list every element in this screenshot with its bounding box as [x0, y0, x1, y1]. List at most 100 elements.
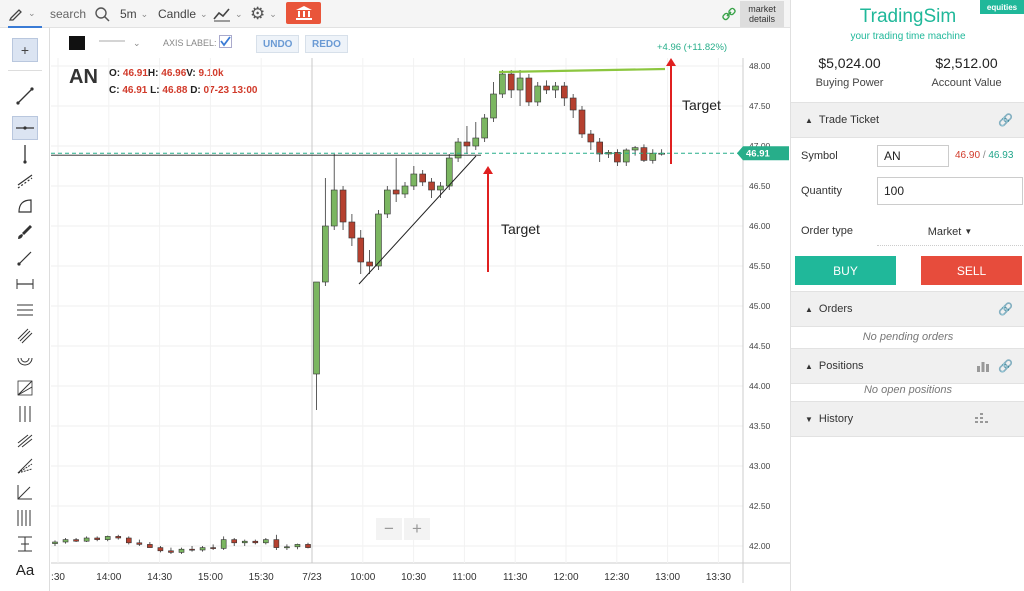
buying-power-label: Buying Power [815, 77, 884, 89]
candle-body [392, 189, 400, 195]
indicators-icon [213, 8, 230, 22]
interval-value: 5m [120, 7, 137, 21]
candle-body [157, 547, 164, 552]
cycle-lines-tool[interactable] [12, 506, 38, 530]
quantity-label: Quantity [801, 185, 842, 197]
trade-ticket-header[interactable]: ▲ Trade Ticket 🔗 [791, 102, 1024, 138]
draw-pencil-button[interactable]: ⌄ [8, 0, 42, 28]
interval-select[interactable]: 5m ⌄ [120, 0, 148, 28]
chart-style-select[interactable]: Candle ⌄ [158, 0, 208, 28]
chevron-down-icon: ⌄ [28, 7, 36, 18]
channel-tool[interactable] [12, 168, 38, 192]
candle-body [499, 73, 506, 95]
chart-symbol: AN [69, 66, 98, 88]
undo-button[interactable]: UNDO [256, 35, 300, 53]
candle-body [263, 539, 269, 544]
link-icon[interactable]: 🔗 [998, 359, 1013, 373]
buy-button[interactable]: BUY [795, 256, 896, 285]
brush-tool[interactable] [12, 220, 38, 244]
history-title: History [818, 413, 854, 425]
indicators-button[interactable]: ⌄ [213, 0, 243, 28]
link-icon[interactable]: 🔗 [998, 113, 1013, 127]
bank-icon [295, 6, 312, 20]
close-label: C: [109, 85, 120, 96]
checkmark-icon [219, 35, 232, 48]
time-zones-icon [19, 406, 31, 422]
positions-header[interactable]: ▲ Positions 🔗 [791, 348, 1024, 384]
parallel-lines-tool[interactable] [12, 298, 38, 322]
candle-body [454, 141, 462, 159]
trend-line-tool[interactable] [12, 84, 38, 108]
candle-body [73, 539, 79, 542]
chart-options-bar: ⌄ AXIS LABEL: UNDO REDO [51, 28, 790, 58]
fib-channel-tool[interactable] [12, 324, 38, 348]
bank-button[interactable] [286, 2, 321, 24]
line-style-icon [99, 40, 125, 42]
y-tick-label: 46.50 [749, 181, 771, 191]
candle-body [104, 536, 111, 540]
zoom-in-button[interactable]: + [404, 518, 430, 540]
candle-body [115, 536, 122, 539]
speed-lines-tool[interactable] [12, 454, 38, 478]
settings-button[interactable]: ⚙ ⌄ [250, 0, 277, 28]
chevron-down-icon: ⌄ [235, 8, 243, 19]
channel-icon [17, 174, 33, 189]
high-value: 46.96 [161, 68, 187, 79]
fib-channel-icon [17, 328, 33, 344]
order-type-select[interactable]: Market ▼ [877, 218, 1023, 246]
market-details-line1: market [748, 4, 776, 14]
text-tool[interactable]: Aa [12, 558, 38, 582]
x-tick-label: 15:30 [249, 572, 274, 583]
fib-arc-tool[interactable] [12, 350, 38, 374]
curve-tool[interactable] [12, 194, 38, 218]
link-icon[interactable]: 🔗 [998, 302, 1013, 316]
vertical-line-tool[interactable] [12, 142, 38, 166]
redo-button[interactable]: REDO [305, 35, 348, 53]
y-tick-label: 45.00 [749, 301, 771, 311]
axis-label-text: AXIS LABEL: [163, 38, 217, 48]
link-button[interactable] [722, 0, 736, 28]
link-icon [722, 7, 736, 21]
candle-body [631, 147, 639, 151]
zoom-controls: − + [376, 518, 430, 540]
symbol-input[interactable]: AN [877, 145, 949, 167]
brand-tagline: your trading time machine [850, 31, 966, 42]
crosshair-tool[interactable]: + [12, 38, 38, 62]
line-style-select[interactable]: ⌄ [99, 36, 141, 49]
pitchfork-tool[interactable] [12, 428, 38, 452]
zoom-out-button[interactable]: − [376, 518, 402, 540]
close-value: 46.91 [122, 85, 148, 96]
caret-down-icon: ▼ [964, 227, 973, 236]
gann-fan-tool[interactable] [12, 376, 38, 400]
time-zones-tool[interactable] [12, 402, 38, 426]
target-label-upper: Target [682, 97, 721, 113]
candle-body [94, 537, 100, 540]
history-grid-icon[interactable] [975, 413, 989, 425]
angle-tool[interactable] [12, 480, 38, 504]
candle-body [147, 544, 153, 548]
measure-tool[interactable] [12, 272, 38, 296]
market-details-button[interactable]: market details [740, 1, 784, 27]
candle-body [437, 185, 444, 191]
bar-chart-icon[interactable] [977, 360, 989, 372]
quantity-input[interactable]: 100 [877, 177, 1023, 205]
candle-body [330, 189, 338, 227]
axis-label-checkbox[interactable] [219, 35, 232, 48]
ask-price: 46.93 [988, 150, 1014, 161]
orders-header[interactable]: ▲ Orders 🔗 [791, 291, 1024, 327]
candle-body [481, 117, 488, 139]
candle-body [463, 141, 471, 147]
price-range-tool[interactable] [12, 532, 38, 556]
color-swatch[interactable] [69, 36, 85, 50]
horizontal-line-tool[interactable] [12, 116, 38, 140]
pitchfork-icon [17, 434, 33, 448]
chevron-down-icon: ⌄ [269, 8, 277, 19]
chevron-down-icon: ⌄ [140, 8, 149, 19]
sell-button[interactable]: SELL [921, 256, 1022, 285]
ray-tool[interactable] [12, 246, 38, 270]
target-arrow-upper-head [666, 58, 676, 66]
history-header[interactable]: ▼ History [791, 401, 1024, 437]
chart-area[interactable]: ⌄ AXIS LABEL: UNDO REDO AN O: 46.91H: 46… [51, 28, 790, 591]
candle-body [252, 540, 259, 544]
symbol-search[interactable]: search [50, 0, 110, 28]
